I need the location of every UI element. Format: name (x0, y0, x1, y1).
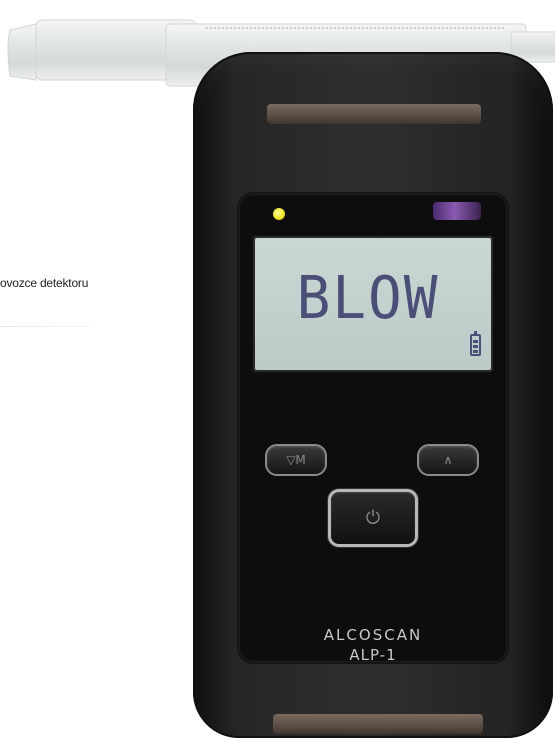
menu-icon: ▽M (286, 453, 306, 467)
menu-button[interactable]: ▽M (267, 446, 325, 474)
power-icon: ⏻ (365, 507, 381, 529)
lcd-display: BLOW (253, 236, 493, 372)
status-led-icon (273, 208, 285, 220)
display-text: BLOW (296, 264, 440, 333)
brand-logo: ALCOSCAN (323, 626, 423, 644)
battery-icon (470, 331, 481, 356)
device-face: BLOW ▽M ∧ ⏻ ALCOSCAN ALP-1 (239, 194, 507, 664)
power-button[interactable]: ⏻ (331, 492, 415, 544)
caption-text: ovozce detektoru (0, 276, 89, 290)
chevron-up-icon: ∧ (443, 453, 453, 467)
up-button[interactable]: ∧ (419, 446, 477, 474)
breathalyzer-device: BLOW ▽M ∧ ⏻ ALCOSCAN ALP-1 (193, 52, 553, 738)
bottom-grip (273, 714, 483, 734)
model-label: ALP-1 (349, 646, 397, 664)
sensor-window (433, 202, 481, 220)
divider (0, 326, 90, 327)
top-grip (267, 104, 481, 124)
